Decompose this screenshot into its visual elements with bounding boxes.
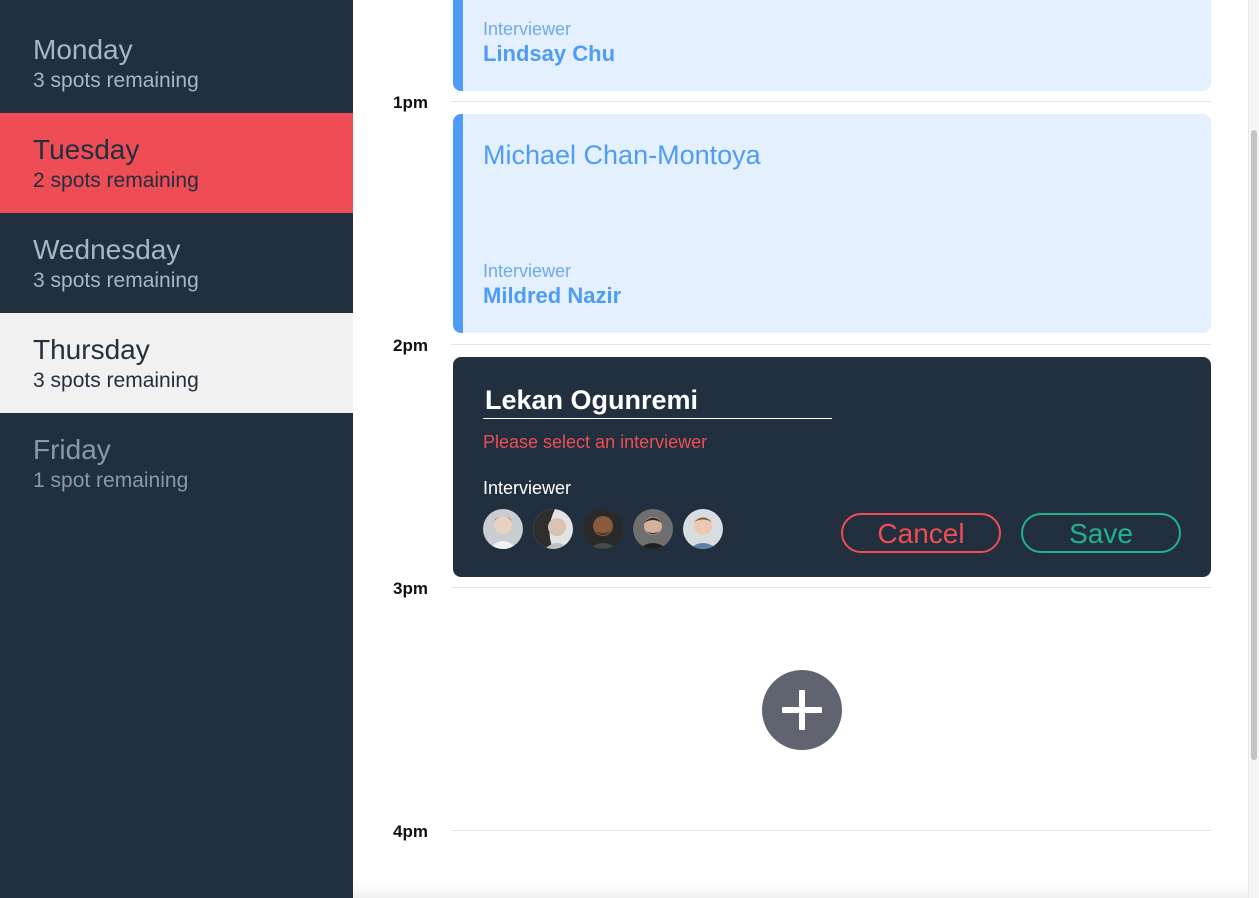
day-spots: 3 spots remaining: [33, 269, 199, 292]
appointment-card: Interviewer Lindsay Chu: [453, 0, 1211, 91]
student-name-input[interactable]: [483, 383, 832, 419]
day-list: Monday 3 spots remaining Tuesday 2 spots…: [0, 0, 353, 898]
interviewer-name: Lindsay Chu: [483, 41, 616, 66]
vertical-scrollbar[interactable]: [1248, 0, 1259, 898]
time-divider: [451, 344, 1211, 345]
day-item-monday[interactable]: Monday 3 spots remaining: [0, 13, 353, 113]
time-label: 3pm: [393, 579, 428, 598]
day-name: Thursday: [33, 334, 150, 365]
save-button[interactable]: Save: [1021, 513, 1181, 553]
time-divider: [451, 101, 1211, 102]
day-spots: 2 spots remaining: [33, 169, 199, 192]
interviewer-avatar-2[interactable]: [533, 509, 573, 549]
appointment-card: Michael Chan-Montoya Interviewer Mildred…: [453, 114, 1211, 333]
day-item-wednesday[interactable]: Wednesday 3 spots remaining: [0, 213, 353, 313]
time-divider: [451, 587, 1211, 588]
time-label: 1pm: [393, 93, 428, 112]
time-label: 2pm: [393, 336, 428, 355]
day-name: Friday: [33, 434, 111, 465]
bottom-fade: [353, 884, 1249, 898]
day-name: Wednesday: [33, 234, 181, 265]
day-item-thursday[interactable]: Thursday 3 spots remaining: [0, 313, 353, 413]
time-label: 4pm: [393, 822, 428, 841]
day-item-tuesday[interactable]: Tuesday 2 spots remaining: [0, 113, 353, 213]
time-divider: [451, 830, 1211, 831]
appointment-form: Please select an interviewer Interviewer: [453, 357, 1211, 577]
interviewer-avatar-3[interactable]: [583, 509, 623, 549]
interviewer-avatar-1[interactable]: [483, 509, 523, 549]
day-spots: 3 spots remaining: [33, 369, 199, 392]
plus-icon: [782, 690, 822, 730]
student-name: Michael Chan-Montoya: [483, 140, 761, 170]
validation-error: Please select an interviewer: [483, 432, 708, 452]
interviewer-heading: Interviewer: [483, 478, 572, 498]
interviewer-label: Interviewer: [483, 19, 572, 39]
interviewer-label: Interviewer: [483, 261, 572, 281]
interviewer-avatar-4[interactable]: [633, 509, 673, 549]
day-spots: 1 spot remaining: [33, 469, 189, 492]
add-appointment-button[interactable]: [762, 670, 842, 750]
day-spots: 3 spots remaining: [33, 69, 199, 92]
day-item-friday[interactable]: Friday 1 spot remaining: [0, 413, 353, 513]
interviewer-name: Mildred Nazir: [483, 283, 622, 308]
day-name: Tuesday: [33, 134, 140, 165]
cancel-button[interactable]: Cancel: [841, 513, 1001, 553]
day-name: Monday: [33, 34, 133, 65]
scrollbar-thumb[interactable]: [1251, 130, 1257, 760]
interviewer-avatar-5[interactable]: [683, 509, 723, 549]
